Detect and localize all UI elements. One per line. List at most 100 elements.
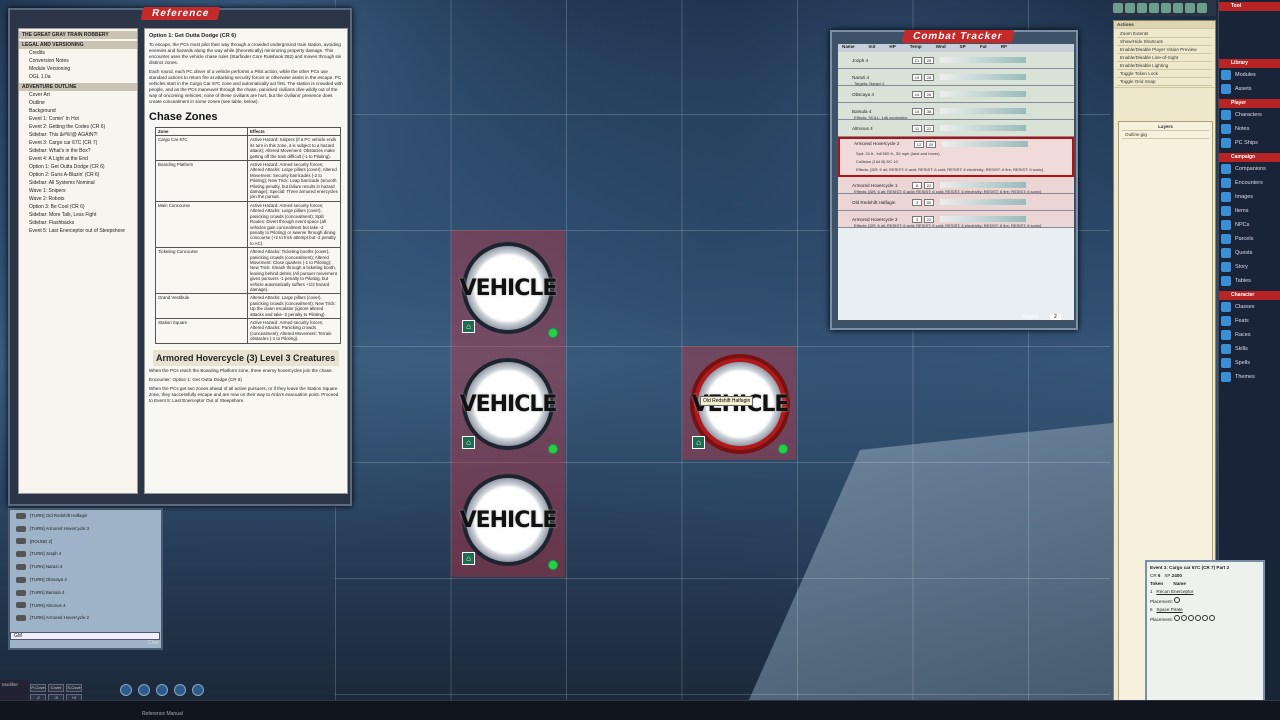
hp-value[interactable]: 80 — [924, 199, 934, 206]
outline-item[interactable]: Module Versioning — [19, 65, 137, 73]
npc-link[interactable]: Space Pirate — [1156, 607, 1182, 612]
hp-value[interactable]: 28 — [924, 74, 934, 81]
hp-value[interactable]: 22 — [924, 216, 934, 223]
outline-item[interactable]: Background — [19, 107, 137, 115]
hp-value[interactable]: 28 — [924, 57, 934, 64]
combat-tracker-window[interactable]: NameInitHPTempWndSPFatRP Jozph 42128Nara… — [830, 30, 1078, 330]
tracker-row[interactable]: Barsula 41538Effects: SKILL: 1d6 acrobat… — [838, 103, 1074, 120]
action-item[interactable]: Zoom Extents — [1117, 30, 1212, 38]
outline-item[interactable]: Outline — [19, 99, 137, 107]
outline-item[interactable]: ADVENTURE OUTLINE — [19, 83, 137, 91]
round-number[interactable]: 2 — [1050, 314, 1061, 320]
sidebar-item-classes[interactable]: Classes — [1219, 300, 1280, 314]
sidebar-item-npcs[interactable]: NPCs — [1219, 218, 1280, 232]
outline-item[interactable]: Event 3: Cargo car 67C (CR 7) — [19, 139, 137, 147]
combatant-name[interactable]: Jozph 4 — [852, 58, 912, 63]
action-item[interactable]: Toggle Token Lock — [1117, 70, 1212, 78]
sidebar-item-images[interactable]: Images — [1219, 190, 1280, 204]
outline-item[interactable]: Sidebar: Flashbacks — [19, 219, 137, 227]
outline-item[interactable]: Event 2: Getting the Codes (CR 6) — [19, 123, 137, 131]
tracker-row[interactable]: Armored Hovercycle 3322Effects: [DR: 6 a… — [838, 211, 1074, 228]
xp-value[interactable]: 2400 — [1172, 573, 1182, 578]
init-value[interactable]: 14 — [912, 91, 922, 98]
init-value[interactable]: 3 — [912, 199, 922, 206]
combatant-name[interactable]: Armored Hovercycle 1 — [852, 183, 912, 188]
sidebar-item-spells[interactable]: Spells — [1219, 356, 1280, 370]
outline-item[interactable]: Sidebar: What's in the Box? — [19, 147, 137, 155]
init-value[interactable]: 19 — [912, 74, 922, 81]
sidebar-item-story[interactable]: Story — [1219, 260, 1280, 274]
sidebar-item-pc-ships[interactable]: PC Ships — [1219, 136, 1280, 150]
cr-value[interactable]: 6 — [1158, 573, 1161, 578]
tracker-row[interactable]: Altronus 41122 — [838, 120, 1074, 137]
chat-input[interactable]: GM — [10, 632, 160, 640]
tracker-row[interactable]: Narazi 41928Targets: Narazi 4 — [838, 69, 1074, 86]
sidebar-item-parcels[interactable]: Parcels — [1219, 232, 1280, 246]
combatant-name[interactable]: Narazi 4 — [852, 75, 912, 80]
tracker-row[interactable]: Jozph 42128 — [838, 52, 1074, 69]
sidebar-item-races[interactable]: Races — [1219, 328, 1280, 342]
hp-value[interactable]: 26 — [924, 91, 934, 98]
init-value[interactable]: 11 — [912, 125, 922, 132]
outline-item[interactable]: Option 2: Guns A-Blazin' (CR 6) — [19, 171, 137, 179]
combatant-name[interactable]: Altronus 4 — [852, 126, 912, 131]
sidebar-item-modules[interactable]: Modules — [1219, 68, 1280, 82]
tracker-row[interactable]: Obscaya 41426 — [838, 86, 1074, 103]
outline-item[interactable]: Cover Art — [19, 91, 137, 99]
outline-item[interactable]: Credits — [19, 49, 137, 57]
hotkey-bar[interactable] — [120, 684, 210, 696]
sidebar-item-companions[interactable]: Companions — [1219, 162, 1280, 176]
outline-item[interactable]: Sidebar: This &#%!@ AGAIN?! — [19, 131, 137, 139]
modifier-box[interactable]: Modifier — [0, 680, 28, 702]
combatant-name[interactable]: Barsula 4 — [852, 109, 912, 114]
init-value[interactable]: 8 — [912, 182, 922, 189]
outline-item[interactable]: Wave 1: Snipers — [19, 187, 137, 195]
encounter-link[interactable]: Encounter: Option 1: Get Outta Dodge (CR… — [149, 377, 343, 383]
sidebar-item-tables[interactable]: Tables — [1219, 274, 1280, 288]
hp-value[interactable]: 20 — [926, 141, 936, 148]
ref-manual-label[interactable]: Reference Manual — [142, 711, 183, 717]
action-item[interactable]: Toggle Grid Snap — [1117, 78, 1212, 86]
sidebar-item-feats[interactable]: Feats — [1219, 314, 1280, 328]
npc-row-1[interactable]: 1 Recon Enerceptor — [1150, 589, 1260, 594]
outline-item[interactable]: Conversion Notes — [19, 57, 137, 65]
combatant-name[interactable]: Old Redshift Halfagin — [852, 200, 912, 205]
vehicle-token-2[interactable]: VEHICLE — [462, 358, 554, 450]
tracker-row[interactable]: Armored Hovercycle 1822Effects: [DR: 6 a… — [838, 177, 1074, 194]
vehicle-token-1[interactable]: VEHICLE — [462, 242, 554, 334]
vehicle-token-3[interactable]: VEHICLE — [462, 474, 554, 566]
action-item[interactable]: Enable/Disable Line-of-Sight — [1117, 54, 1212, 62]
reference-content[interactable]: Option 1: Get Outta Dodge (CR 6) To esca… — [144, 28, 348, 494]
action-item[interactable]: Show/Hide Shortcuts — [1117, 38, 1212, 46]
reference-window[interactable]: THE GREAT GRAY TRAIN ROBBERYLEGAL AND VE… — [8, 8, 352, 506]
hp-value[interactable]: 38 — [924, 108, 934, 115]
chat-window[interactable]: [TURN] Oid Redshift Halfagin[TURN] Armor… — [8, 508, 163, 650]
sidebar-item-notes[interactable]: Notes — [1219, 122, 1280, 136]
outline-item[interactable]: Event 4: A Light at the End — [19, 155, 137, 163]
action-item[interactable]: Enable/Disable Lighting — [1117, 62, 1212, 70]
sidebar-item-items[interactable]: Items — [1219, 204, 1280, 218]
reference-outline[interactable]: THE GREAT GRAY TRAIN ROBBERYLEGAL AND VE… — [18, 28, 138, 494]
outline-item[interactable]: Event 5: Last Enerceptor out of Steepsho… — [19, 227, 137, 235]
npc-row-2[interactable]: 6 Space Pirate — [1150, 607, 1260, 612]
init-value[interactable]: 12 — [914, 141, 924, 148]
outline-item[interactable]: Wave 2: Robots — [19, 195, 137, 203]
party-encounter-window[interactable]: Event 3: Cargo car 67C (CR 7) Part 2 CR … — [1145, 560, 1265, 708]
hp-value[interactable]: 22 — [924, 125, 934, 132]
tracker-row[interactable]: Armored Hovercycle 21220Spd: 20 ft., ful… — [838, 137, 1074, 177]
outline-item[interactable]: THE GREAT GRAY TRAIN ROBBERY — [19, 31, 137, 39]
modifier-button[interactable]: S-Cove — [66, 684, 82, 692]
hp-value[interactable]: 22 — [924, 182, 934, 189]
init-value[interactable]: 3 — [912, 216, 922, 223]
sidebar-item-skills[interactable]: Skills — [1219, 342, 1280, 356]
combatant-name[interactable]: Armored Hovercycle 3 — [852, 217, 912, 222]
modifier-button[interactable]: Cover — [48, 684, 64, 692]
toolbar[interactable] — [1112, 0, 1216, 16]
init-value[interactable]: 21 — [912, 57, 922, 64]
action-item[interactable]: Enable/Disable Player Vision Preview — [1117, 46, 1212, 54]
outline-item[interactable]: Sidebar: More Talk, Less Fight — [19, 211, 137, 219]
tracker-row[interactable]: Old Redshift Halfagin380 — [838, 194, 1074, 211]
outline-item[interactable]: Option 3: Be Cool (CR 6) — [19, 203, 137, 211]
layer-item[interactable]: Outline.jpg — [1122, 131, 1209, 139]
sidebar-item-characters[interactable]: Characters — [1219, 108, 1280, 122]
